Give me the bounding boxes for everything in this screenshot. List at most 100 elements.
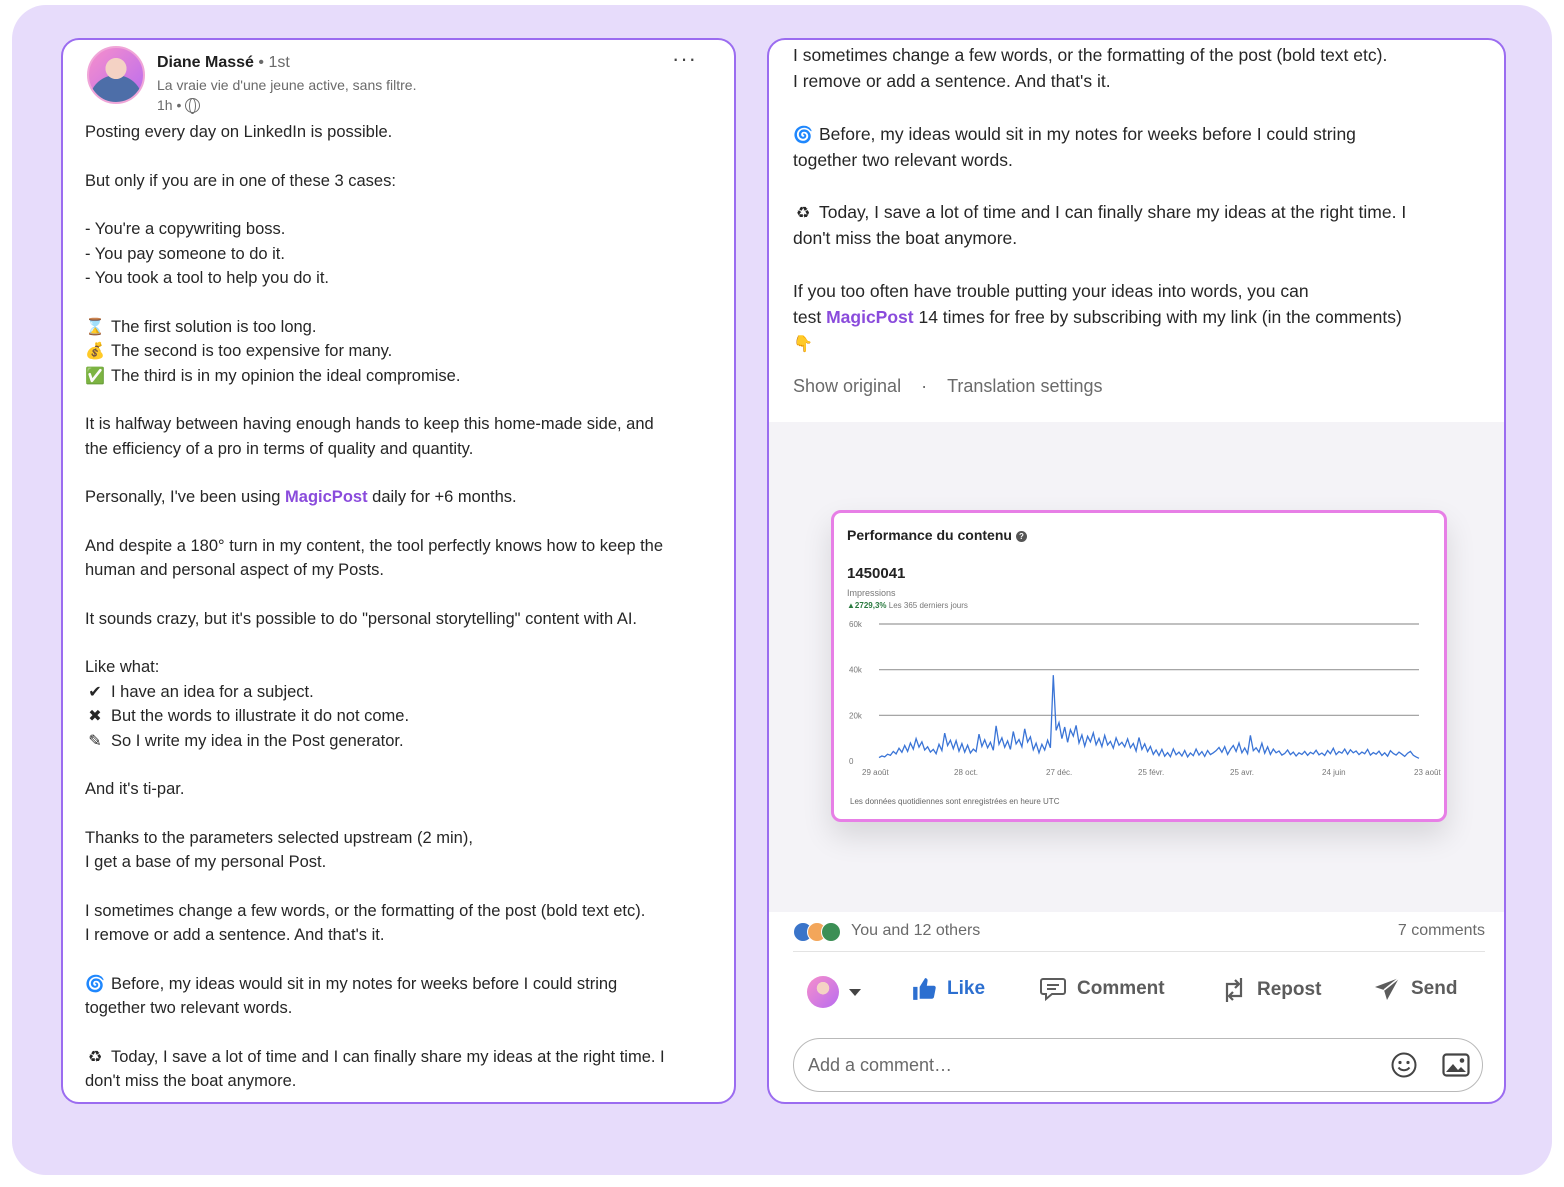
chart-change-value: 2729,3% xyxy=(854,601,887,610)
translation-separator: · xyxy=(921,376,928,396)
post-right-line: 👇 xyxy=(793,330,1483,356)
chart-value-label: Impressions xyxy=(847,588,896,598)
actor-avatar xyxy=(807,976,839,1008)
post-left-line: ⌛ The first solution is too long. xyxy=(85,315,717,340)
post-image[interactable]: 0 20k 40k 60k 29 août 28 oct. 27 déc. 25 févr. 2… xyxy=(769,422,1504,912)
post-left-line: But only if you are in one of these 3 ca… xyxy=(85,169,717,194)
post-left-line-text: Today, I save a lot of time and I can fi… xyxy=(111,1047,665,1066)
chart-footnote: Les données quotidiennes sont enregistré… xyxy=(850,797,1060,806)
post-right-line: I sometimes change a few words, or the f… xyxy=(793,42,1483,68)
comments-count[interactable]: 7 comments xyxy=(1398,922,1485,940)
x-tick-label: 23 août xyxy=(1414,768,1441,777)
post-right-line-text: Before, my ideas would sit in my notes f… xyxy=(819,123,1356,144)
emoji-icon: ♻ xyxy=(795,205,811,222)
y-tick-label: 60k xyxy=(849,620,863,629)
post-left-line: ♻ Today, I save a lot of time and I can f… xyxy=(85,1045,717,1070)
translation-row: Show original · Translation settings xyxy=(793,376,1102,397)
post-right-line: If you too often have trouble putting yo… xyxy=(793,278,1483,304)
show-original-link[interactable]: Show original xyxy=(793,376,901,397)
chart-title-text: Performance du contenu xyxy=(847,527,1012,543)
post-right-line: test MagicPost 14 times for free by subs… xyxy=(793,304,1483,330)
repost-label: Repost xyxy=(1257,979,1322,1000)
chart-change-label: Les 365 derniers jours xyxy=(888,601,968,610)
like-button[interactable]: Like xyxy=(911,976,985,1002)
post-left-line-text: together two relevant words. xyxy=(85,999,293,1017)
post-left-line-text: - You took a tool to help you do it. xyxy=(85,269,330,287)
impressions-series-line xyxy=(878,675,1420,759)
author-name[interactable]: Diane Massé xyxy=(157,54,254,71)
y-tick-label: 40k xyxy=(849,666,863,675)
x-tick-label: 29 août xyxy=(862,768,889,777)
post-left-line: ✅ The third is in my opinion the ideal co… xyxy=(85,364,717,389)
post-left-line: Posting every day on LinkedIn is possibl… xyxy=(85,120,717,145)
reactions-text[interactable]: You and 12 others xyxy=(851,922,980,940)
post-time-label: 1h • xyxy=(157,97,182,113)
impressions-chart: 0 20k 40k 60k 29 août 28 oct. 27 déc. 25 févr. 2… xyxy=(849,620,1441,777)
post-left-line: the efficiency of a pro in terms of qual… xyxy=(85,437,717,462)
post-left-line: It is halfway between having enough hand… xyxy=(85,412,717,437)
post-left-line: 🌀 Before, my ideas would sit in my notes … xyxy=(85,972,717,997)
post-left-line-text: I remove or add a sentence. And that's i… xyxy=(85,926,385,944)
comment-label: Comment xyxy=(1077,978,1165,999)
reaction-icons[interactable] xyxy=(793,922,841,942)
post-header: Diane Massé • 1st La vraie vie d'une jeu… xyxy=(87,46,717,116)
post-left-line-text: The first solution is too long. xyxy=(111,317,317,336)
post-left-line: 💰 The second is too expensive for many. xyxy=(85,339,717,364)
post-card-left: Diane Massé • 1st La vraie vie d'une jeu… xyxy=(61,38,736,1104)
reaction-as-selector[interactable] xyxy=(807,976,861,1008)
emoji-icon: ✔ xyxy=(88,683,102,701)
post-right-line-text: I remove or add a sentence. And that's i… xyxy=(793,71,1111,91)
post-left-line-text: It sounds crazy, but it's possible to do… xyxy=(85,609,638,628)
post-left-line-text: daily for +6 months. xyxy=(367,488,517,506)
comment-button[interactable]: Comment xyxy=(1039,976,1165,1002)
post-card-right: I sometimes change a few words, or the f… xyxy=(767,38,1506,1104)
chart-card: 0 20k 40k 60k 29 août 28 oct. 27 déc. 25 févr. 2… xyxy=(831,510,1447,822)
post-right-line-text: Today, I save a lot of time and I can fi… xyxy=(819,202,1407,222)
help-icon: ? xyxy=(1015,531,1027,542)
post-left-line: don't miss the boat anymore. xyxy=(85,1069,717,1094)
post-left-line: - You pay someone to do it. xyxy=(85,242,717,267)
more-icon[interactable]: ··· xyxy=(672,46,697,72)
post-left-line: Like what: xyxy=(85,655,717,680)
caret-icon xyxy=(849,988,861,996)
post-left-line-text: And it's ti-par. xyxy=(85,780,185,798)
post-right-line-text: together two relevant words. xyxy=(793,149,1013,170)
image-icon[interactable] xyxy=(1442,1053,1470,1077)
magicpost-link[interactable]: MagicPost xyxy=(285,488,368,506)
insightful-reaction-icon xyxy=(821,922,841,942)
post-right-line: don't miss the boat anymore. xyxy=(793,225,1483,251)
send-button[interactable]: Send xyxy=(1373,976,1457,1002)
post-left-line-text: - You pay someone to do it. xyxy=(85,244,285,263)
social-counts: You and 12 others 7 comments xyxy=(793,918,1485,952)
x-tick-label: 24 juin xyxy=(1322,768,1346,777)
post-left-line-text: Posting every day on LinkedIn is possibl… xyxy=(85,123,393,141)
emoji-icon: ✖ xyxy=(88,708,102,725)
emoji-icon[interactable] xyxy=(1390,1051,1418,1079)
post-left-line-text: I sometimes change a few words, or the f… xyxy=(85,901,646,920)
author-avatar[interactable] xyxy=(87,46,145,104)
emoji-icon: 🌀 xyxy=(793,126,813,144)
emoji-icon: 💰 xyxy=(85,343,105,360)
chart-value: 1450041 xyxy=(847,565,906,582)
post-left-line: human and personal aspect of my Posts. xyxy=(85,558,717,583)
send-icon xyxy=(1375,977,1400,1000)
translation-settings-link[interactable]: Translation settings xyxy=(947,376,1102,397)
post-left-line: ✖ But the words to illustrate it do not c… xyxy=(85,704,717,729)
action-bar: Like Comment Repost Send xyxy=(793,968,1485,1012)
post-left-line: Thanks to the parameters selected upstre… xyxy=(85,826,717,851)
post-left-line-text: But only if you are in one of these 3 ca… xyxy=(85,171,396,190)
globe-icon xyxy=(185,97,201,114)
comment-input[interactable] xyxy=(808,1051,1368,1079)
magicpost-link[interactable]: MagicPost xyxy=(826,307,914,327)
repost-button[interactable]: Repost xyxy=(1221,976,1321,1004)
post-left-line: ✔ I have an idea for a subject. xyxy=(85,680,717,705)
post-body-right: I sometimes change a few words, or the f… xyxy=(793,42,1483,356)
